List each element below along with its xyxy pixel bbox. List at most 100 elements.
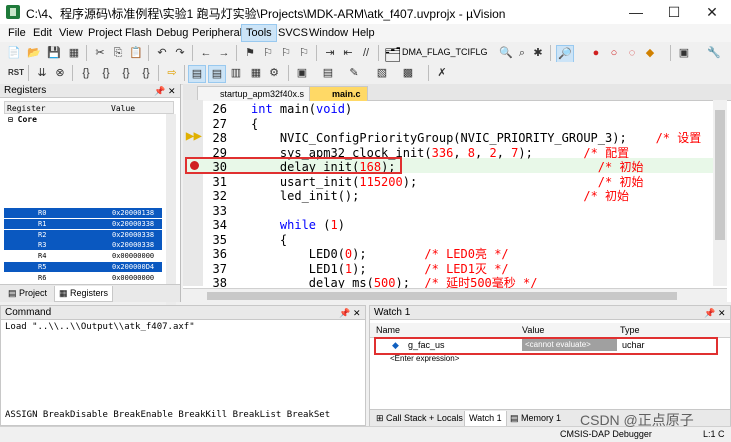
bookmark-clear-icon[interactable]: ⚐ <box>296 45 312 61</box>
redo-icon[interactable]: ↷ <box>172 45 188 61</box>
watch-close-icon[interactable]: ✕ <box>718 306 726 320</box>
tab-watch-1[interactable]: Watch 1 <box>464 411 507 427</box>
memory-window-icon[interactable]: ▤ <box>320 65 336 81</box>
code-text: while (1) <box>251 218 345 233</box>
code-token: /* LED1灭 */ <box>366 261 509 276</box>
code-token: void <box>316 102 345 116</box>
close-button[interactable]: ✕ <box>693 0 731 24</box>
register-row[interactable]: R0 0x20000138 <box>4 208 162 218</box>
save-icon[interactable]: 💾 <box>46 45 62 61</box>
start-debug-icon[interactable]: 🔎 <box>556 45 574 63</box>
nav-forward-icon[interactable]: → <box>216 45 232 61</box>
menu-file[interactable]: File <box>4 25 30 41</box>
serial-window-icon[interactable]: ✎ <box>346 65 362 81</box>
col-register: Register <box>7 104 46 113</box>
register-row[interactable]: R5 0x200000D4 <box>4 262 162 272</box>
tab-main-c[interactable]: main.c <box>309 86 368 101</box>
menu-help[interactable]: Help <box>348 25 379 41</box>
line-number: 33 <box>212 203 227 218</box>
paste-icon[interactable]: 📋 <box>128 45 144 61</box>
menu-debug[interactable]: Debug <box>152 25 192 41</box>
panel-close-icon[interactable]: ✕ <box>168 84 176 98</box>
comment-icon[interactable]: // <box>358 45 374 61</box>
save-all-icon[interactable]: ▦ <box>66 45 82 61</box>
show-next-statement-icon[interactable]: ⇨ <box>164 65 180 81</box>
indent-icon[interactable]: ⇥ <box>322 45 338 61</box>
command-output: Load "..\\..\\Output\\atk_f407.axf" <box>5 322 195 332</box>
disable-breakpoint-icon[interactable]: ◌ <box>624 45 640 61</box>
find-combo[interactable]: DMA_FLAG_TCIFLG <box>402 47 488 57</box>
step-over-icon[interactable]: {} <box>98 65 114 81</box>
code-token: /* 初始 <box>417 174 644 189</box>
command-input-hint[interactable]: ASSIGN BreakDisable BreakEnable BreakKil… <box>5 410 330 420</box>
toolbox-icon[interactable]: ✗ <box>434 65 450 81</box>
register-row[interactable]: R4 0x00000000 <box>4 251 162 261</box>
copy-icon[interactable]: ⎘ <box>110 45 126 61</box>
menu-tools[interactable]: Tools <box>241 24 277 42</box>
collapse-icon[interactable]: ⊟ <box>8 115 18 124</box>
analysis-window-icon[interactable]: ▧ <box>374 65 390 81</box>
configure-icon[interactable]: 🔧 <box>706 45 722 61</box>
run-to-cursor-icon[interactable]: {} <box>138 65 154 81</box>
tab-registers[interactable]: ▦ Registers <box>54 286 114 302</box>
code-token: , <box>496 145 512 160</box>
watch-window-icon[interactable]: ▣ <box>294 65 310 81</box>
run-icon[interactable]: ⇊ <box>34 65 50 81</box>
code-token: LED0( <box>251 247 345 261</box>
enable-breakpoint-icon[interactable]: ○ <box>606 45 622 61</box>
register-row[interactable]: R6 0x00000000 <box>4 273 162 283</box>
find-in-files-icon[interactable]: 🔍 <box>498 45 514 61</box>
register-row[interactable]: R1 0x20000338 <box>4 218 162 229</box>
new-file-icon[interactable]: 📄 <box>6 45 22 61</box>
bookmark-next-icon[interactable]: ⚐ <box>278 45 294 61</box>
register-value: 0x00000000 <box>112 252 155 261</box>
bookmark-prev-icon[interactable]: ⚐ <box>260 45 276 61</box>
trace-window-icon[interactable]: ▩ <box>400 65 416 81</box>
command-window-icon[interactable]: ▤ <box>188 65 206 83</box>
kill-breakpoints-icon[interactable]: ◆ <box>642 45 658 61</box>
command-close-icon[interactable]: ✕ <box>353 306 361 320</box>
registers-group[interactable]: ⊟ Core <box>8 115 37 124</box>
disassembly-window-icon[interactable]: ▤ <box>208 65 226 83</box>
menu-window[interactable]: Window <box>305 25 352 41</box>
registers-window-icon[interactable]: ▦ <box>248 65 264 81</box>
menu-project[interactable]: Project <box>84 25 126 41</box>
editor-vertical-scrollbar[interactable] <box>713 100 727 286</box>
title-bar: C:\4、程序源码\标准例程\实验1 跑马灯实验\Projects\MDK-AR… <box>0 0 731 25</box>
line-number: 31 <box>212 174 227 189</box>
call-stack-window-icon[interactable]: ⚙ <box>266 65 282 81</box>
watch-pin-icon[interactable]: 📌 <box>704 306 715 320</box>
tab-project[interactable]: ▤ Project <box>4 286 51 301</box>
reset-icon[interactable]: RST <box>8 65 24 81</box>
register-name: R6 <box>38 273 47 282</box>
window-layout-icon[interactable]: ▣ <box>676 45 692 61</box>
menu-flash[interactable]: Flash <box>121 25 156 41</box>
stop-icon[interactable]: ⊗ <box>52 65 68 81</box>
editor-horizontal-scrollbar[interactable] <box>183 288 727 303</box>
pin-icon[interactable]: 📌 <box>154 84 165 98</box>
unindent-icon[interactable]: ⇤ <box>340 45 356 61</box>
maximize-button[interactable]: ☐ <box>655 0 693 24</box>
debug-session-icon[interactable]: ✱ <box>530 45 546 61</box>
tab-startup-file[interactable]: startup_apm32f40x.s <box>197 86 312 101</box>
cut-icon[interactable]: ✂ <box>92 45 108 61</box>
tab-memory-1[interactable]: ▤ Memory 1 <box>506 411 565 426</box>
register-value: 0x00000000 <box>112 273 155 282</box>
step-out-icon[interactable]: {} <box>118 65 134 81</box>
minimize-button[interactable]: — <box>617 0 655 24</box>
command-pin-icon[interactable]: 📌 <box>339 306 350 320</box>
menu-view[interactable]: View <box>55 25 87 41</box>
tab-call-stack[interactable]: ⊞ Call Stack + Locals <box>372 411 467 426</box>
nav-back-icon[interactable]: ← <box>198 45 214 61</box>
breakpoint-icon[interactable] <box>190 161 199 170</box>
open-file-icon[interactable]: 📂 <box>26 45 42 61</box>
undo-icon[interactable]: ↶ <box>154 45 170 61</box>
insert-breakpoint-icon[interactable]: ● <box>588 45 604 61</box>
incremental-find-icon[interactable]: ⌕ <box>514 45 530 61</box>
register-row[interactable]: R3 0x20000338 <box>4 240 162 251</box>
register-row[interactable]: R2 0x20000338 <box>4 229 162 240</box>
step-in-icon[interactable]: {} <box>78 65 94 81</box>
symbols-window-icon[interactable]: ▥ <box>228 65 244 81</box>
bookmark-icon[interactable]: ⚑ <box>242 45 258 61</box>
menu-edit[interactable]: Edit <box>29 25 56 41</box>
